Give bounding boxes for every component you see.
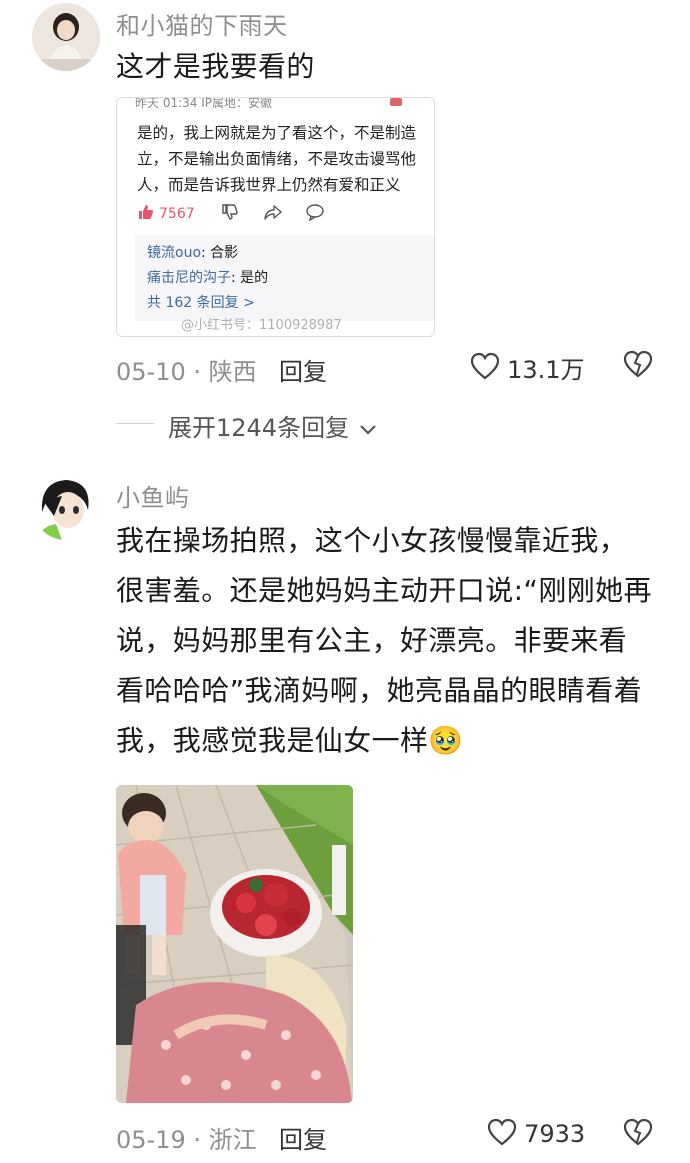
reply-text: : 合影	[201, 245, 239, 261]
embed-body: 是的，我上网就是为了看这个，不是制造 立，不是输出负面情绪，不是攻击谩骂他 人，…	[137, 120, 434, 198]
heart-icon	[470, 352, 500, 384]
embedded-screenshot[interactable]: 昨天 01:34 IP属地：安徽 是的，我上网就是为了看这个，不是制造 立，不是…	[116, 97, 435, 337]
embed-actions: 7567	[137, 203, 325, 225]
embed-meta: 昨天 01:34 IP属地：安徽	[135, 97, 272, 110]
thumbs-up-icon	[137, 203, 155, 225]
embed-like-count: 7567	[159, 206, 195, 222]
reply-button[interactable]: 回复	[279, 1120, 327, 1155]
like-count: 7933	[524, 1120, 586, 1148]
chevron-down-icon	[358, 422, 378, 441]
share-icon	[263, 203, 283, 225]
date-location: 05-10 · 陕西	[116, 358, 257, 386]
comment-line: 我，我感觉我是仙女一样	[116, 724, 429, 757]
username[interactable]: 小鱼屿	[116, 478, 190, 513]
expand-replies-label: 展开1244条回复	[168, 414, 350, 442]
avatar[interactable]	[32, 472, 100, 540]
divider	[116, 423, 154, 424]
embed-reply: 镜流ouo: 合影	[147, 241, 422, 266]
embed-line: 人，而是告诉我世界上仍然有爱和正义	[137, 176, 401, 194]
embed-avatar-icon	[390, 98, 402, 106]
embed-line: 是的，我上网就是为了看这个，不是制造	[137, 124, 417, 142]
username[interactable]: 和小猫的下雨天	[116, 6, 288, 41]
comment-line: 很害羞。还是她妈妈主动开口说:“刚刚她再	[116, 574, 652, 607]
broken-heart-icon[interactable]	[623, 350, 653, 382]
comment-line-last: 我，我感觉我是仙女一样🥹	[116, 716, 676, 766]
reply-button[interactable]: 回复	[279, 352, 327, 387]
watermark: @小红书号：1100928987	[181, 318, 342, 333]
comment-line: 我在操场拍照，这个小女孩慢慢靠近我，	[116, 524, 628, 557]
expand-replies-button[interactable]: 展开1244条回复	[168, 408, 378, 443]
heart-icon	[487, 1118, 517, 1150]
comment-photo[interactable]	[116, 785, 353, 1103]
embed-replies: 镜流ouo: 合影 痛击尼的沟子: 是的 共 162 条回复 >	[135, 235, 434, 321]
comment-text: 这才是我要看的	[116, 50, 315, 83]
embed-more-replies: 共 162 条回复 >	[147, 295, 255, 311]
avatar[interactable]	[32, 3, 100, 71]
broken-heart-icon[interactable]	[623, 1118, 653, 1150]
embed-reply: 痛击尼的沟子: 是的	[147, 266, 422, 291]
like-button[interactable]: 13.1万	[470, 350, 585, 385]
reply-text: : 是的	[231, 270, 269, 286]
embed-line: 立，不是输出负面情绪，不是攻击谩骂他	[137, 150, 417, 168]
date-location: 05-19 · 浙江	[116, 1126, 257, 1154]
thumbs-down-icon	[221, 203, 239, 225]
comment-text: 我在操场拍照，这个小女孩慢慢靠近我， 很害羞。还是她妈妈主动开口说:“刚刚她再 …	[116, 516, 676, 766]
like-button[interactable]: 7933	[487, 1118, 585, 1150]
reply-author: 镜流ouo	[147, 245, 202, 261]
like-count: 13.1万	[507, 356, 585, 384]
comment-line: 说，妈妈那里有公主，好漂亮。非要来看	[116, 624, 628, 657]
comment-bubble-icon	[305, 203, 325, 225]
reply-author: 痛击尼的沟子	[147, 270, 231, 286]
teary-face-emoji: 🥹	[428, 724, 464, 757]
comment-line: 看哈哈哈”我滴妈啊，她亮晶晶的眼睛看着	[116, 674, 643, 707]
